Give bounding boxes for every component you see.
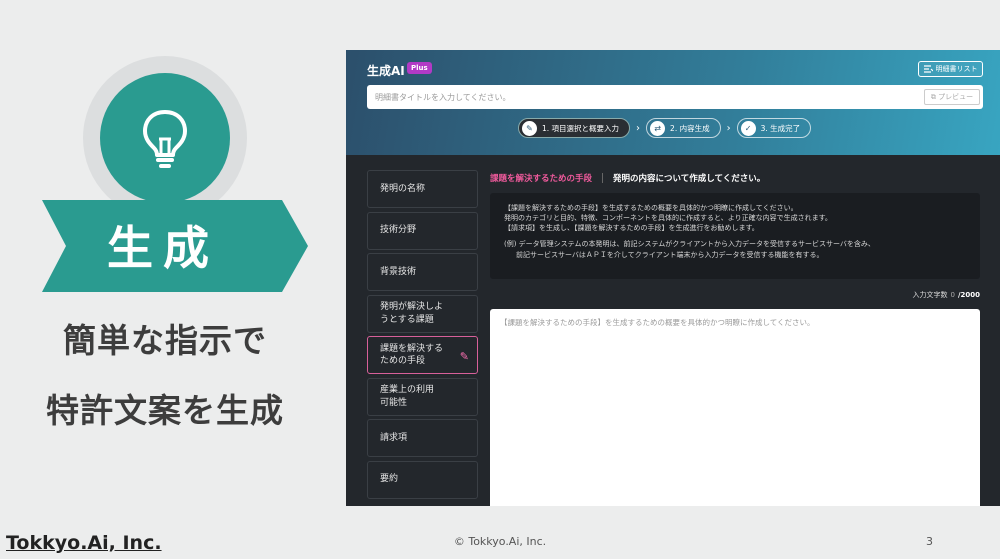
sidebar-item-background-art[interactable]: 背景技術 (367, 253, 478, 291)
generate-icon: ⇄ (650, 120, 666, 136)
app-header: 生成AI Plus 明細書リスト ⧉ プレビュー ✎ 1. 項目選択と概要入力 … (346, 50, 1000, 155)
step-2[interactable]: ⇄ 2. 内容生成 (646, 118, 721, 138)
guide-line: 【請求項】を生成し、【課題を解決するための手段】を生成進行をお勧めします。 (504, 224, 759, 233)
divider (602, 173, 604, 183)
lightbulb-icon-circle (100, 73, 230, 203)
counter-value: 0 (950, 291, 955, 299)
plus-badge: Plus (407, 62, 432, 74)
sidebar-item-label: 要約 (380, 474, 399, 485)
section-title: 生成 (107, 221, 219, 275)
check-icon: ✓ (740, 120, 756, 136)
copyright: © Tokkyo.Ai, Inc. (453, 535, 547, 548)
guide-example: 前記サービスサーバはＡＰＩを介してクライアント端末から入力データを受信する機能を… (516, 250, 824, 259)
pencil-icon: ✎ (522, 120, 537, 136)
summary-textarea[interactable] (490, 309, 980, 506)
step-1[interactable]: ✎ 1. 項目選択と概要入力 (518, 118, 631, 138)
step-2-label: 2. 内容生成 (670, 123, 710, 133)
document-list-button[interactable]: 明細書リスト (918, 61, 983, 77)
guide-line: 【課題を解決するための手段】を生成するための概要を具体的かつ明瞭に作成してくださ… (504, 204, 798, 212)
counter-label: 入力文字数 (912, 291, 948, 299)
edit-icon: ✎ (459, 350, 469, 363)
preview-icon: ⧉ (930, 92, 936, 101)
sidebar-item-label: 産業上の利用 可能性 (380, 385, 435, 408)
guide-example: (例) データ管理システムの本発明は、前記システムがクライアントから入力データを… (504, 240, 875, 249)
counter-max: /2000 (957, 291, 980, 299)
guide-box: 【課題を解決するための手段】を生成するための概要を具体的かつ明瞭に作成してくださ… (490, 193, 980, 279)
progress-steps: ✎ 1. 項目選択と概要入力 › ⇄ 2. 内容生成 › ✓ 3. 生成完了 (518, 118, 812, 138)
chevron-right-icon: › (726, 122, 731, 134)
sidebar-item-label: 技術分野 (380, 225, 417, 236)
preview-button[interactable]: ⧉ プレビュー (924, 89, 980, 105)
sidebar-item-solution[interactable]: 課題を解決する ための手段 ✎ (367, 336, 478, 374)
character-counter: 入力文字数 0/2000 (836, 290, 980, 300)
sidebar-item-label: 発明の名称 (380, 183, 426, 194)
sidebar-item-label: 請求項 (380, 432, 408, 443)
step-1-label: 1. 項目選択と概要入力 (542, 123, 620, 133)
company-name: Tokkyo.Ai, Inc. (6, 532, 162, 554)
guide-line: 発明のカテゴリと目的、特徴、コンポーネントを具体的に作成すると、より正確な内容で… (504, 214, 832, 223)
sidebar-item-invention-name[interactable]: 発明の名称 (367, 170, 478, 208)
chevron-right-icon: › (636, 122, 641, 134)
app-window: 生成AI Plus 明細書リスト ⧉ プレビュー ✎ 1. 項目選択と概要入力 … (346, 50, 1000, 506)
tagline-line-2: 特許文案を生成 (46, 391, 284, 430)
sidebar-item-label: 背景技術 (380, 266, 417, 277)
sidebar-item-technical-field[interactable]: 技術分野 (367, 211, 478, 250)
section-label: 課題を解決するための手段 (490, 174, 593, 184)
sidebar-item-industrial-applicability[interactable]: 産業上の利用 可能性 (367, 377, 478, 416)
sidebar-item-abstract[interactable]: 要約 (367, 460, 478, 499)
lightbulb-icon (143, 110, 187, 168)
sidebar-item-claims[interactable]: 請求項 (367, 419, 478, 457)
sidebar-item-label: 発明が解決しよ うとする課題 (380, 302, 444, 325)
section-instruction: 発明の内容について作成してください。 (613, 174, 766, 184)
document-list-label: 明細書リスト (935, 65, 978, 73)
document-title-input[interactable] (367, 85, 983, 109)
section-heading: 課題を解決するための手段 発明の内容について作成してください。 (490, 172, 765, 184)
app-logo[interactable]: 生成AI (367, 62, 405, 79)
sidebar-item-label: 課題を解決する ための手段 (380, 343, 444, 366)
tagline-line-1: 簡単な指示で (63, 321, 267, 360)
preview-label: プレビュー (938, 93, 974, 101)
page-number: 3 (926, 535, 933, 548)
step-3[interactable]: ✓ 3. 生成完了 (736, 118, 812, 138)
sidebar-item-problem[interactable]: 発明が解決しよ うとする課題 (367, 294, 478, 333)
list-icon (923, 65, 933, 73)
section-sidebar: 発明の名称 技術分野 背景技術 発明が解決しよ うとする課題 課題を解決する ための… (367, 170, 478, 502)
step-3-label: 3. 生成完了 (760, 123, 801, 133)
